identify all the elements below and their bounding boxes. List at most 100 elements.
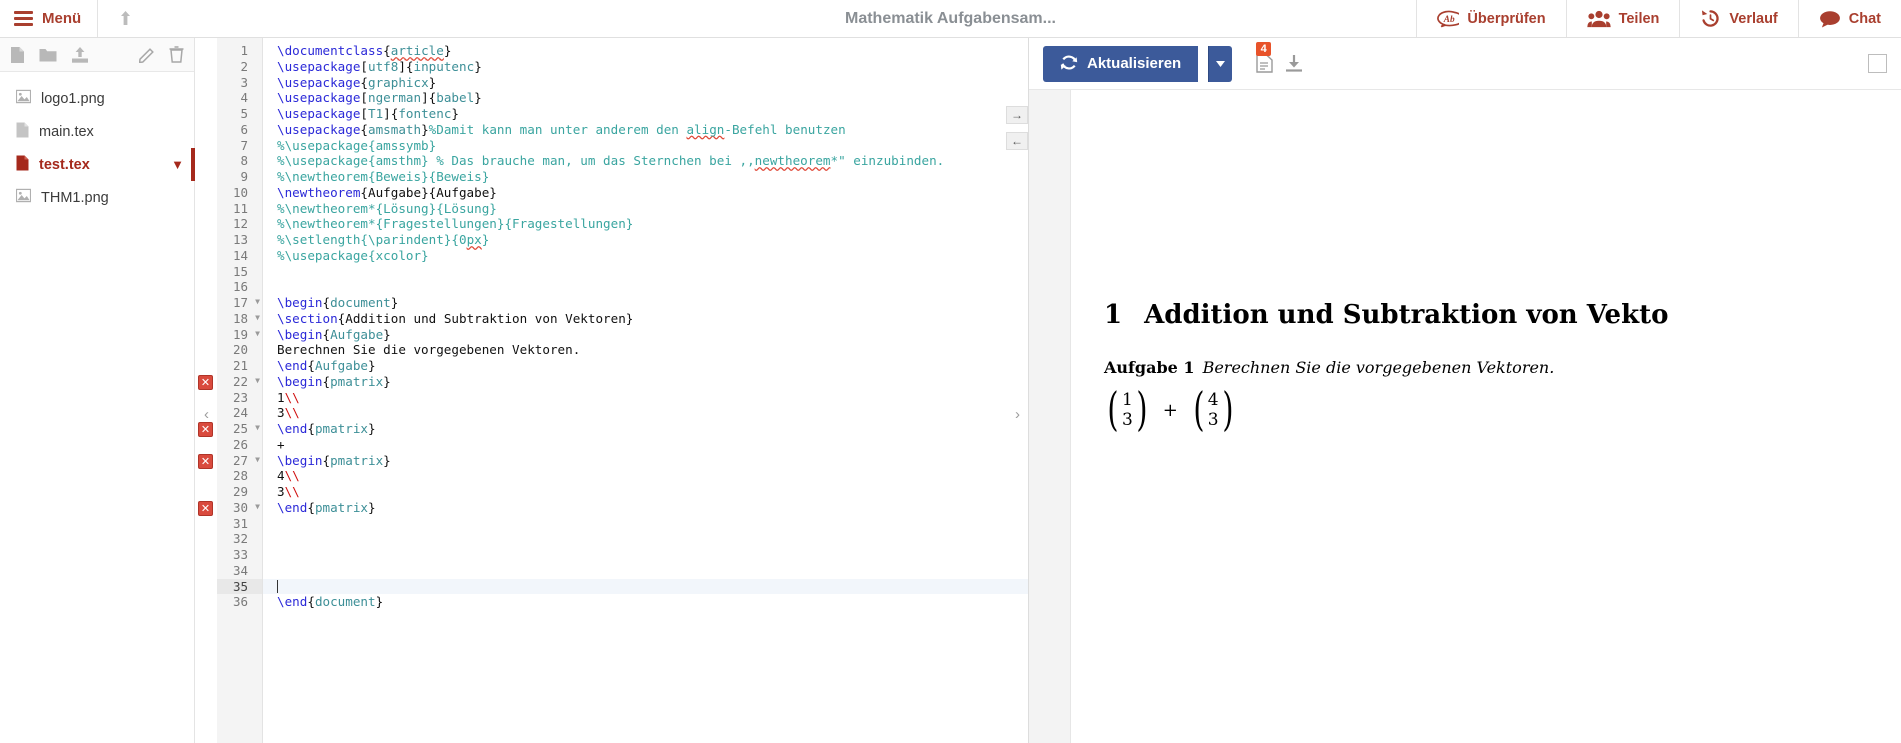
- code-token: %\usepackage{xcolor}: [277, 248, 429, 263]
- fold-triangle-icon[interactable]: ▼: [255, 502, 260, 511]
- code-line[interactable]: %\newtheorem{Beweis}{Beweis}: [263, 169, 1028, 185]
- code-line[interactable]: \usepackage[T1]{fontenc}: [263, 106, 1028, 122]
- chat-bubble-icon: [1819, 10, 1841, 28]
- code-line[interactable]: \end{Aufgabe}: [263, 358, 1028, 374]
- code-line[interactable]: \end{document}: [263, 594, 1028, 610]
- left-paren-icon: (: [1193, 393, 1204, 426]
- code-line[interactable]: 4\\: [263, 468, 1028, 484]
- file-list: logo1.png main.tex test.tex ▼: [0, 72, 194, 214]
- goto-pdf-arrow-button[interactable]: →: [1006, 106, 1028, 124]
- line-number: 26: [217, 437, 262, 453]
- fold-triangle-icon[interactable]: ▼: [255, 329, 260, 338]
- code-token: {: [383, 43, 391, 58]
- code-token: Aufgabe: [330, 327, 383, 342]
- file-item-logo1-png[interactable]: logo1.png: [0, 82, 194, 115]
- code-line[interactable]: %\usepackage{xcolor}: [263, 248, 1028, 264]
- rename-pencil-icon[interactable]: [139, 47, 155, 63]
- code-line[interactable]: 3\\: [263, 405, 1028, 421]
- code-token: %\setlength{\parindent}{0: [277, 232, 467, 247]
- menu-button[interactable]: Menü: [0, 0, 98, 37]
- tex-file-icon: [16, 122, 29, 142]
- error-marker-icon[interactable]: ✕: [198, 454, 213, 469]
- error-marker-icon[interactable]: ✕: [198, 422, 213, 437]
- pdf-section-number: 1: [1104, 300, 1122, 330]
- history-button[interactable]: Verlauf: [1679, 0, 1797, 37]
- code-line[interactable]: \begin{Aufgabe}: [263, 327, 1028, 343]
- error-marker-icon[interactable]: ✕: [198, 375, 213, 390]
- code-token: %Damit kann man unter anderem den: [429, 122, 687, 137]
- code-editor-panel[interactable]: ✕✕✕✕ 1234567891011121314151617▼18▼19▼202…: [195, 38, 1029, 743]
- file-item-main-tex[interactable]: main.tex: [0, 115, 194, 148]
- chat-button[interactable]: Chat: [1798, 0, 1901, 37]
- spellcheck-button[interactable]: Ab Überprüfen: [1416, 0, 1565, 37]
- code-token: *" einzubinden.: [831, 153, 945, 168]
- fold-triangle-icon[interactable]: ▼: [255, 455, 260, 464]
- recompile-dropdown-button[interactable]: [1208, 46, 1232, 82]
- recompile-button[interactable]: Aktualisieren: [1043, 46, 1198, 82]
- code-line[interactable]: Berechnen Sie die vorgegebenen Vektoren.: [263, 342, 1028, 358]
- file-item-thm1-png[interactable]: THM1.png: [0, 181, 194, 214]
- fold-triangle-icon[interactable]: ▼: [255, 423, 260, 432]
- code-line[interactable]: %\usepackage{amsthm} % Das brauche man, …: [263, 153, 1028, 169]
- download-icon: [1285, 54, 1303, 73]
- download-pdf-button[interactable]: [1285, 54, 1303, 73]
- line-number: 15: [217, 264, 262, 280]
- code-line[interactable]: \begin{pmatrix}: [263, 453, 1028, 469]
- share-button[interactable]: Teilen: [1566, 0, 1680, 37]
- code-line[interactable]: [263, 563, 1028, 579]
- code-token: [: [360, 59, 368, 74]
- code-line[interactable]: 1\\: [263, 390, 1028, 406]
- code-line[interactable]: %\usepackage{amssymb}: [263, 138, 1028, 154]
- code-line[interactable]: \section{Addition und Subtraktion von Ve…: [263, 311, 1028, 327]
- code-line[interactable]: \usepackage[ngerman]{babel}: [263, 90, 1028, 106]
- code-line[interactable]: [263, 264, 1028, 280]
- code-token: %\newtheorem*{Fragestellungen}{Fragestel…: [277, 216, 633, 231]
- collapse-right-toggle[interactable]: ›: [1011, 406, 1024, 423]
- upload-icon[interactable]: [71, 46, 89, 64]
- pdf-document-view[interactable]: 1Addition und Subtraktion von Vekto Aufg…: [1029, 90, 1901, 743]
- new-folder-icon[interactable]: [39, 46, 57, 64]
- chevron-down-icon[interactable]: ▼: [171, 157, 184, 172]
- code-line[interactable]: [263, 531, 1028, 547]
- upload-to-project-button[interactable]: [98, 0, 152, 37]
- code-line[interactable]: [263, 579, 1028, 595]
- code-line[interactable]: 3\\: [263, 484, 1028, 500]
- code-token: utf8: [368, 59, 398, 74]
- code-line[interactable]: %\newtheorem*{Lösung}{Lösung}: [263, 201, 1028, 217]
- collapse-left-toggle[interactable]: ‹: [200, 406, 213, 423]
- code-line[interactable]: \usepackage{graphicx}: [263, 75, 1028, 91]
- code-line[interactable]: \newtheorem{Aufgabe}{Aufgabe}: [263, 185, 1028, 201]
- code-token: \begin: [277, 453, 323, 468]
- code-line[interactable]: \begin{document}: [263, 295, 1028, 311]
- code-line[interactable]: [263, 547, 1028, 563]
- code-line[interactable]: [263, 516, 1028, 532]
- code-line[interactable]: \documentclass{article}: [263, 43, 1028, 59]
- code-text-area[interactable]: \documentclass{article}\usepackage[utf8]…: [263, 38, 1028, 743]
- fold-triangle-icon[interactable]: ▼: [255, 297, 260, 306]
- code-line[interactable]: [263, 279, 1028, 295]
- pdf-toolbar: Aktualisieren 4: [1029, 38, 1901, 90]
- error-marker-icon[interactable]: ✕: [198, 501, 213, 516]
- fold-triangle-icon[interactable]: ▼: [255, 376, 260, 385]
- code-token: {: [307, 594, 315, 609]
- file-item-test-tex[interactable]: test.tex ▼: [0, 148, 194, 181]
- fold-triangle-icon[interactable]: ▼: [255, 313, 260, 322]
- expand-pdf-button[interactable]: [1868, 54, 1887, 73]
- line-number: 3: [217, 75, 262, 91]
- code-line[interactable]: \end{pmatrix}: [263, 421, 1028, 437]
- image-file-icon: [16, 89, 31, 108]
- new-file-icon[interactable]: [10, 46, 25, 64]
- code-line[interactable]: +: [263, 437, 1028, 453]
- code-line[interactable]: \end{pmatrix}: [263, 500, 1028, 516]
- goto-code-arrow-button[interactable]: ←: [1006, 132, 1028, 150]
- vector-left-row-1: 3: [1122, 410, 1133, 430]
- code-line[interactable]: \begin{pmatrix}: [263, 374, 1028, 390]
- code-line[interactable]: %\newtheorem*{Fragestellungen}{Fragestel…: [263, 216, 1028, 232]
- code-line[interactable]: \usepackage{amsmath}%Damit kann man unte…: [263, 122, 1028, 138]
- delete-trash-icon[interactable]: [169, 46, 184, 63]
- code-line[interactable]: %\setlength{\parindent}{0px}: [263, 232, 1028, 248]
- code-token: \begin: [277, 374, 323, 389]
- code-line[interactable]: \usepackage[utf8]{inputenc}: [263, 59, 1028, 75]
- logs-button[interactable]: 4: [1256, 54, 1273, 73]
- history-clock-icon: [1700, 9, 1721, 28]
